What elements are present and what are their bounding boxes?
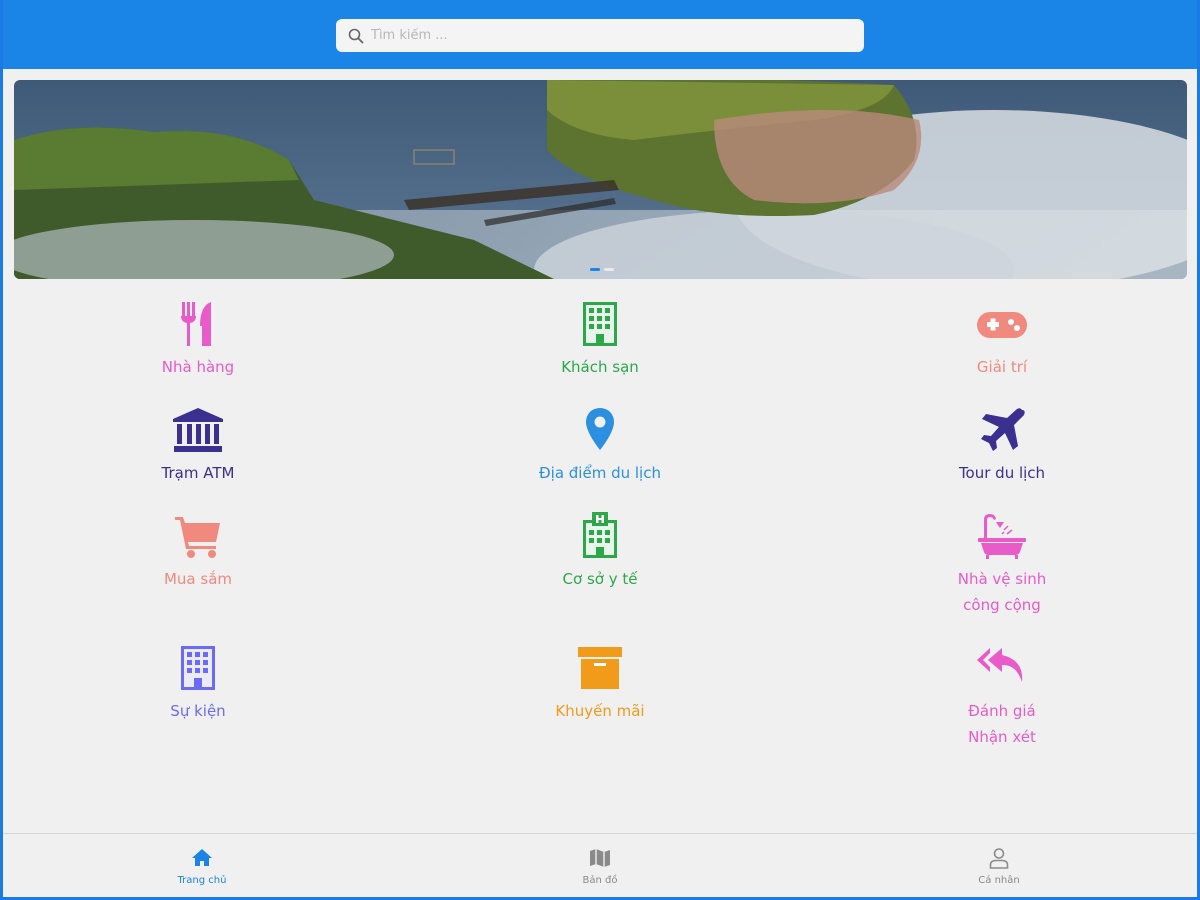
- bank-icon: [173, 408, 223, 452]
- category-giai-tri[interactable]: Giải trí: [882, 300, 1122, 380]
- nav-label: Cá nhân: [978, 875, 1020, 886]
- home-icon: [192, 849, 212, 866]
- nav-profile[interactable]: Cá nhân: [939, 842, 1059, 886]
- nav-label: Bản đồ: [582, 875, 618, 886]
- airplane-icon: [981, 408, 1025, 451]
- search-input[interactable]: [371, 21, 851, 50]
- bathtub-icon: [978, 514, 1026, 559]
- category-label: Nhà hàng: [161, 358, 235, 376]
- category-label: Sự kiện: [170, 702, 226, 720]
- category-danh-gia-nhan-xet[interactable]: Đánh giá Nhận xét: [882, 644, 1122, 750]
- app-header: [0, 0, 1200, 69]
- archive-box-icon: [578, 647, 622, 689]
- category-nha-ve-sinh-cong-cong[interactable]: Nhà vệ sinh công cộng: [882, 512, 1122, 618]
- category-label: Khách sạn: [561, 358, 639, 376]
- bottom-navigation: Trang chủ Bản đồ Cá nhân: [0, 833, 1200, 900]
- category-label: Địa điểm du lịch: [539, 464, 661, 482]
- category-mua-sam[interactable]: Mua sắm: [78, 512, 318, 592]
- utensils-icon: [181, 302, 211, 346]
- nav-home[interactable]: Trang chủ: [142, 842, 262, 886]
- nav-map[interactable]: Bản đồ: [540, 842, 660, 886]
- hospital-icon: [583, 512, 617, 558]
- category-label: Mua sắm: [163, 570, 233, 588]
- reply-all-icon: [977, 648, 1023, 682]
- category-su-kien[interactable]: Sự kiện: [78, 644, 318, 724]
- event-building-icon: [181, 646, 215, 690]
- category-label: Trạm ATM: [161, 464, 235, 482]
- search-bar[interactable]: [336, 19, 864, 52]
- map-icon: [590, 849, 610, 867]
- category-nha-hang[interactable]: Nhà hàng: [78, 300, 318, 380]
- category-label: Tour du lịch: [958, 464, 1046, 482]
- carousel-indicators: [590, 268, 614, 274]
- user-icon: [989, 848, 1009, 869]
- banner-image: [14, 80, 1187, 279]
- category-label: Đánh giá Nhận xét: [968, 702, 1036, 746]
- category-label: Nhà vệ sinh công cộng: [957, 570, 1047, 614]
- banner-carousel[interactable]: [14, 80, 1187, 279]
- nav-label: Trang chủ: [177, 875, 227, 886]
- category-label: Giải trí: [976, 358, 1028, 376]
- category-khuyen-mai[interactable]: Khuyến mãi: [480, 644, 720, 724]
- category-co-so-y-te[interactable]: Cơ sở y tế: [480, 512, 720, 592]
- map-pin-icon: [586, 408, 614, 450]
- gamepad-icon: [977, 312, 1027, 338]
- search-icon: [348, 28, 364, 43]
- category-label: Khuyến mãi: [555, 702, 645, 720]
- shopping-cart-icon: [175, 517, 220, 558]
- hotel-building-icon: [583, 302, 617, 346]
- category-grid: Nhà hàng Khách sạn Giải trí Trạm ATM Địa…: [0, 290, 1200, 830]
- category-dia-diem-du-lich[interactable]: Địa điểm du lịch: [480, 406, 720, 486]
- carousel-dot[interactable]: [604, 268, 614, 271]
- category-tram-atm[interactable]: Trạm ATM: [78, 406, 318, 486]
- category-tour-du-lich[interactable]: Tour du lịch: [882, 406, 1122, 486]
- carousel-dot-active[interactable]: [590, 268, 600, 271]
- category-khach-san[interactable]: Khách sạn: [480, 300, 720, 380]
- category-label: Cơ sở y tế: [562, 570, 638, 588]
